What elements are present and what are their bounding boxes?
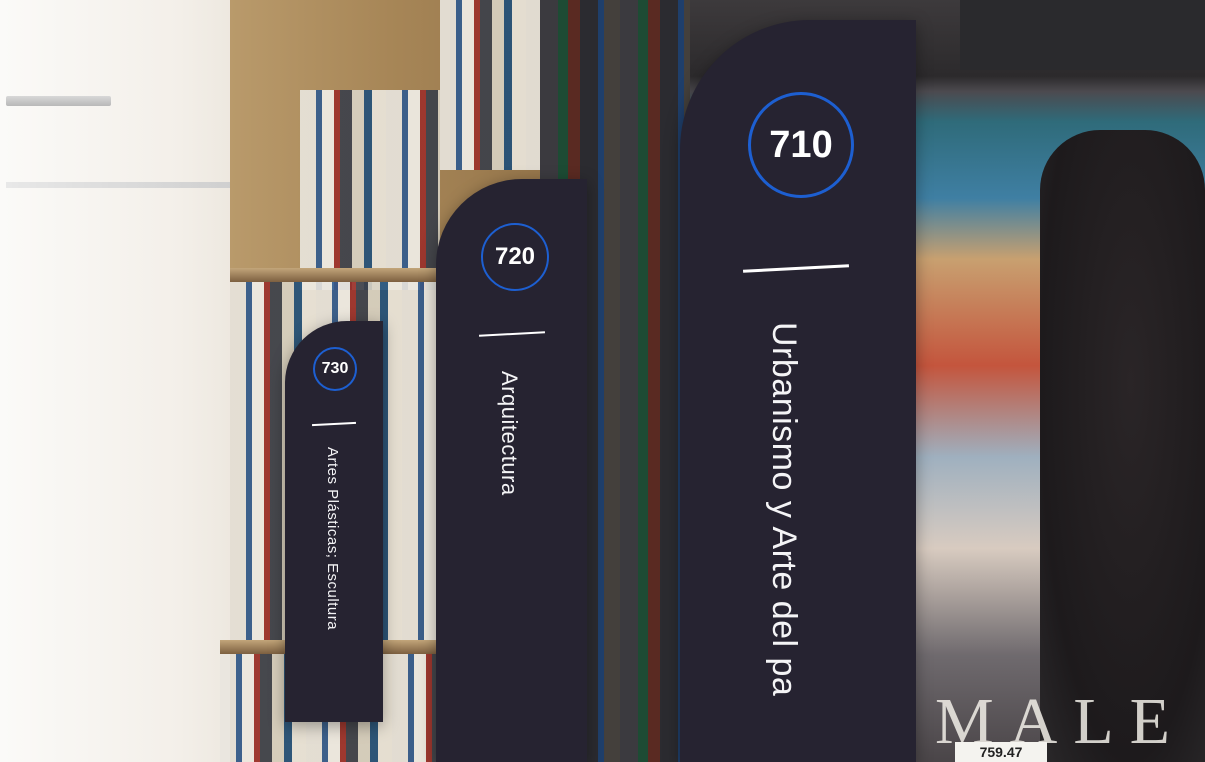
label-number-badge: 710 [748, 92, 854, 198]
label-divider [478, 331, 546, 337]
label-title: Arquitectura [497, 371, 522, 496]
shelf-label-730[interactable]: 730 Artes Plásticas; Escultura [285, 321, 383, 722]
label-title: Artes Plásticas; Escultura [324, 447, 341, 631]
spine-call-number-tag: 759.47 [955, 742, 1047, 762]
books-row-top [300, 90, 440, 290]
book-cover-title-band [960, 0, 1205, 70]
shelf-label-710[interactable]: 710 Urbanismo y Arte del pa [680, 20, 916, 762]
label-divider [311, 421, 357, 427]
label-title: Urbanismo y Arte del pa [765, 322, 803, 697]
ceiling-light [6, 96, 111, 106]
shelf-label-720[interactable]: 720 Arquitectura [436, 179, 587, 762]
shelf-board [230, 268, 450, 282]
label-number-badge: 730 [313, 347, 357, 391]
books-row-upper-right [440, 0, 550, 170]
ceiling-light-bar [6, 182, 231, 188]
label-number-badge: 720 [481, 223, 549, 291]
painting-figure [1040, 130, 1205, 762]
label-divider [742, 264, 850, 273]
ar-camera-view: MALE 759.47 730 Artes Plásticas; Escultu… [0, 0, 1205, 762]
